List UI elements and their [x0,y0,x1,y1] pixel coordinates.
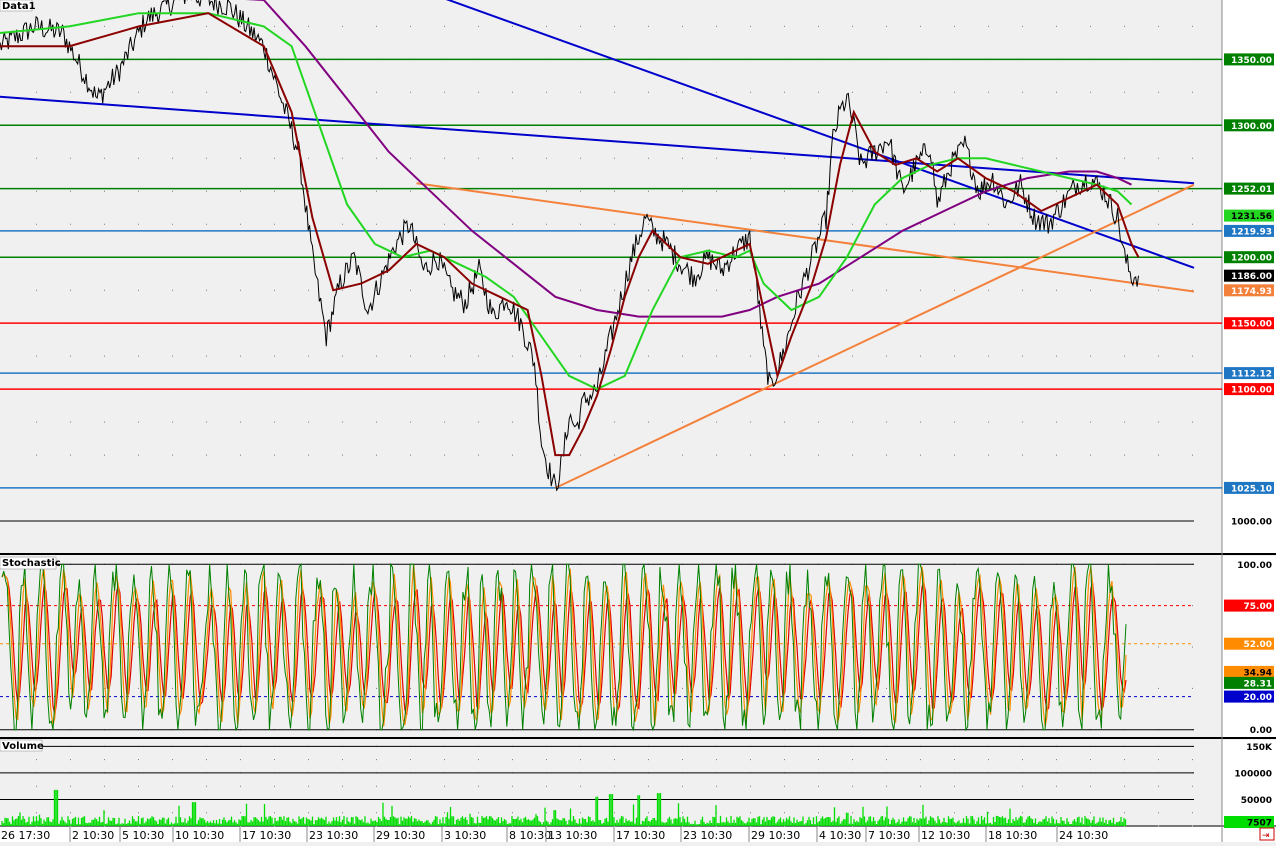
time-axis-label: 13 10:30 [548,829,597,842]
time-axis-label: 10 10:30 [175,829,224,842]
price-panel-title-box[interactable]: Data1 [0,0,36,12]
trading-chart: 1350.00 1300.00 1252.01 1219.93 1200.00 1150.… [0,0,1276,842]
time-axis-label: 26 17:30 [1,829,50,842]
time-axis-label: 12 10:30 [921,829,970,842]
time-axis-label: 23 10:30 [309,829,358,842]
time-axis-label: 2 10:30 [72,829,114,842]
price-axis-tick: 1000.00 [1231,518,1272,528]
price-level-tag-label: 1300.00 [1231,122,1272,132]
price-level-tag-label: 1200.00 [1231,254,1272,264]
volume-last-value-tag-label: 7507 [1247,819,1272,829]
time-axis-label: 17 10:30 [616,829,665,842]
stochastic-panel-title-box[interactable]: Stochastic [0,556,61,570]
time-axis-label: 7 10:30 [868,829,910,842]
price-last-value-tag-label: 1231.56 [1231,212,1272,222]
time-axis-label: 5 10:30 [122,829,164,842]
volume-axis-tick: 50000 [1241,796,1272,806]
price-panel-bg [0,0,1222,554]
stochastic-level-tag-label: 20.00 [1244,693,1272,703]
time-axis-label: 23 10:30 [683,829,732,842]
price-last-value-tag-label: 1174.93 [1231,287,1272,297]
price-panel-title: Data1 [2,1,36,12]
volume-axis-tick: 100000 [1234,769,1272,779]
price-level-tag-label: 1025.10 [1231,484,1272,494]
stochastic-axis-tick: 0.00 [1250,726,1272,736]
price-level-tag-label: 1150.00 [1231,320,1272,330]
price-level-tag-label: 1112.12 [1231,370,1272,380]
time-axis-label: 24 10:30 [1059,829,1108,842]
volume-panel-title: Volume [2,741,44,752]
price-level-tag-label: 1350.00 [1231,56,1272,66]
time-axis-label: 18 10:30 [988,829,1037,842]
time-axis-label: 29 10:30 [751,829,800,842]
stochastic-last-value-tag-label: 28.31 [1244,679,1272,689]
price-level-tag-label: 1219.93 [1231,227,1272,237]
stochastic-axis-tick: 100.00 [1237,561,1272,571]
stochastic-level-tag-label: 75.00 [1244,602,1272,612]
expand-button[interactable]: ⇥ [1259,827,1275,841]
chart-canvas: 1350.00 1300.00 1252.01 1219.93 1200.00 1150.… [0,0,1276,842]
price-last-value-tag-label: 1186.00 [1231,272,1272,282]
volume-panel-title-box[interactable]: Volume [0,739,44,752]
price-level-tag-label: 1252.01 [1231,185,1272,195]
price-level-tag-label: 1100.00 [1231,386,1272,396]
time-axis-label: 3 10:30 [444,829,486,842]
stochastic-level-tag-label: 52.00 [1244,640,1272,650]
stochastic-panel-title: Stochastic [2,558,61,569]
expand-icon: ⇥ [1262,831,1270,841]
time-axis-label: 17 10:30 [242,829,291,842]
time-axis-label: 4 10:30 [819,829,861,842]
volume-axis-tick: 150K [1246,743,1273,753]
time-axis-label: 8 10:30 [509,829,551,842]
time-axis-label: 29 10:30 [376,829,425,842]
